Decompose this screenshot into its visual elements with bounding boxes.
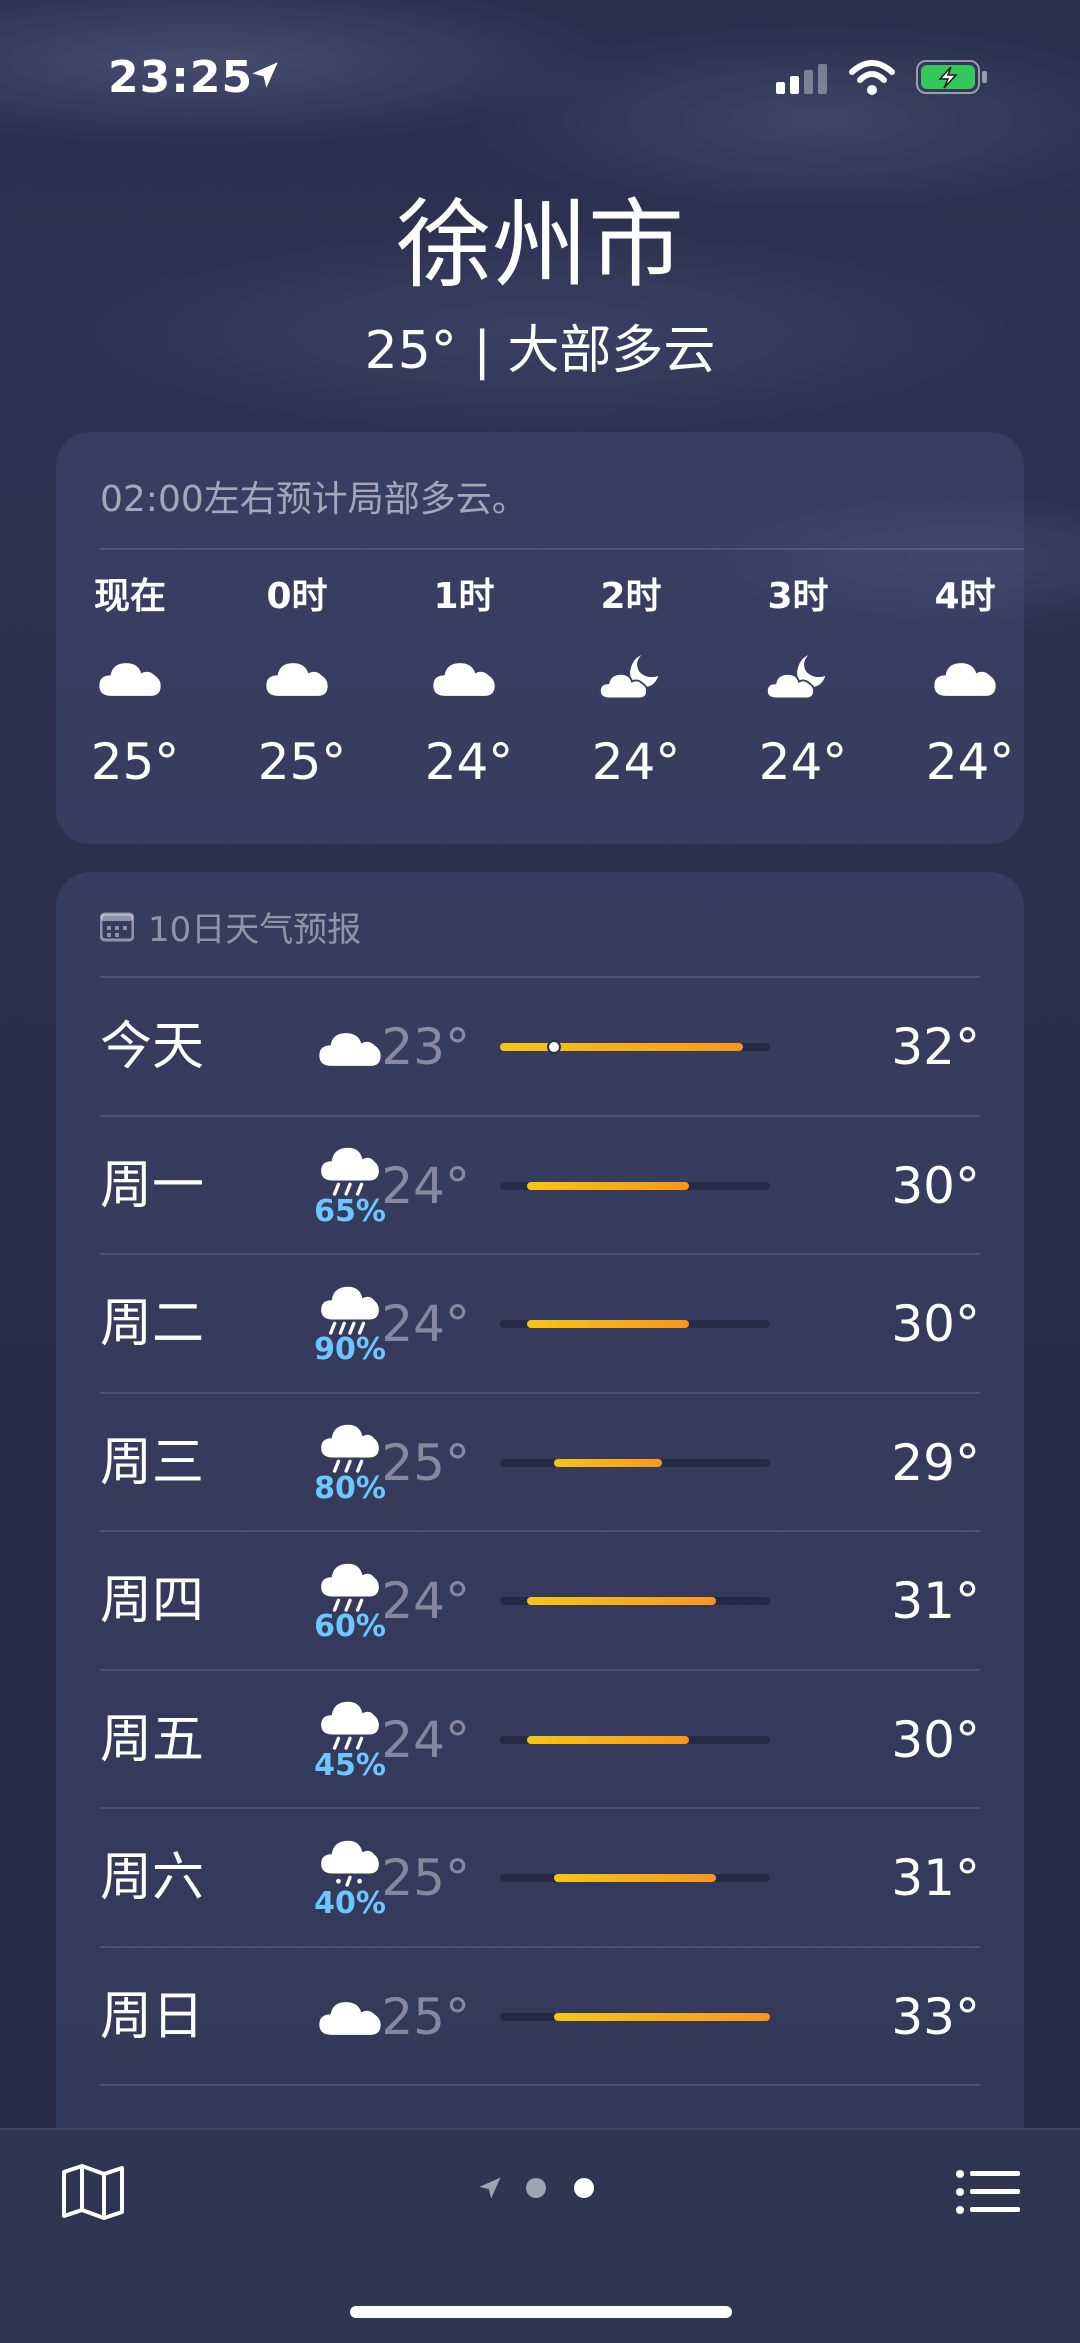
high-temp: 30° <box>891 1156 980 1215</box>
daily-forecast-title: 10日天气预报 <box>148 910 362 950</box>
page-dot-1[interactable] <box>526 2178 546 2198</box>
hour-column: 1时 24° <box>394 562 534 802</box>
hour-temp: 24° <box>591 733 681 791</box>
hour-label: 0时 <box>266 576 328 617</box>
page-dot-2-active[interactable] <box>574 2178 594 2198</box>
low-temp: 24° <box>381 1295 470 1353</box>
status-time: 23:25 <box>108 52 254 103</box>
temp-range-bar <box>500 2012 770 2021</box>
temp-range-bar <box>500 1597 770 1605</box>
day-label: 周三 <box>100 1432 205 1493</box>
status-bar: 23:25 <box>0 52 1080 112</box>
wifi-icon <box>849 60 895 95</box>
temp-range-bar <box>500 1735 770 1744</box>
daily-row[interactable]: 周四 60% 24° 31° <box>100 1530 980 1670</box>
day-label: 今天 <box>100 1017 205 1077</box>
hourly-forecast-card[interactable]: 02:00左右预计局部多云。 现在 25° 0时 25° 1时 24° 2时 24° 3时 24°… <box>56 432 1024 844</box>
hour-temp: 24° <box>758 733 848 791</box>
cloud-icon <box>895 632 1035 722</box>
temp-range-bar <box>500 1181 770 1190</box>
high-temp: 30° <box>891 1710 980 1769</box>
low-temp: 24° <box>381 1710 470 1769</box>
day-label: 周日 <box>100 1986 205 2047</box>
daily-row[interactable]: 周六 40% 25° 31° <box>100 1807 980 1947</box>
hour-column: 4时 24° <box>895 562 1035 802</box>
high-temp: 33° <box>891 1987 980 2046</box>
daily-row[interactable]: 周一 65% 24° 30° <box>100 1114 980 1255</box>
hour-column: 0时 25° <box>227 562 367 802</box>
daily-forecast-header: 10日天气预报 <box>100 902 361 951</box>
city-list-icon[interactable] <box>956 2168 1020 2216</box>
high-temp: 29° <box>891 1433 980 1492</box>
map-icon[interactable] <box>60 2162 126 2222</box>
daily-row[interactable]: 周五 45% 24° 30° <box>100 1668 980 1809</box>
high-temp: 31° <box>891 1572 980 1630</box>
temp-range-fill <box>554 1458 662 1467</box>
temp-range-bar <box>500 1040 770 1054</box>
temp-range-fill <box>527 1735 689 1744</box>
current-location-page-icon[interactable] <box>476 2174 504 2202</box>
hour-label: 4时 <box>934 576 996 617</box>
hour-label: 3时 <box>767 576 829 617</box>
location-header: 徐州市 25° | 大部多云 <box>0 190 1080 383</box>
low-temp: 25° <box>381 1987 470 2046</box>
low-temp: 25° <box>381 1849 470 1907</box>
low-temp: 24° <box>381 1572 470 1630</box>
cloud-icon <box>394 632 534 722</box>
day-label: 周一 <box>100 1155 205 1216</box>
cloud-icon <box>60 632 200 722</box>
temp-range-bar <box>500 1320 770 1328</box>
temp-range-fill <box>527 1181 689 1190</box>
temp-range-fill <box>527 1320 689 1328</box>
daily-row[interactable]: 周三 80% 25° 29° <box>100 1391 980 1532</box>
home-indicator[interactable] <box>350 2306 732 2318</box>
low-temp: 24° <box>381 1156 470 1215</box>
high-temp: 30° <box>891 1295 980 1353</box>
day-label: 周六 <box>100 1848 205 1908</box>
daily-row[interactable]: 今天 23° 32° <box>100 976 980 1116</box>
moon-cloud-icon <box>728 632 868 722</box>
hour-temp: 24° <box>424 733 514 791</box>
moon-cloud-icon <box>561 632 701 722</box>
cellular-signal-icon <box>776 64 827 94</box>
calendar-icon <box>100 912 134 941</box>
hourly-divider <box>100 548 1024 550</box>
daily-forecast-card[interactable]: 10日天气预报 今天 23° 32° 周一 65% 24° 30° 周二 90% 24° 30° 周三… <box>56 872 1024 2252</box>
temp-range-fill <box>500 1043 743 1051</box>
location-arrow-icon <box>252 62 278 88</box>
hour-label: 现在 <box>93 576 166 617</box>
day-label: 周五 <box>100 1709 205 1770</box>
hour-column: 3时 24° <box>728 562 868 802</box>
page-indicator[interactable] <box>476 2174 622 2202</box>
current-summary: 25° | 大部多云 <box>364 321 716 381</box>
hour-temp: 25° <box>257 733 347 791</box>
cloud-icon <box>227 632 367 722</box>
daily-row[interactable]: 周二 90% 24° 30° <box>100 1253 980 1393</box>
temp-range-bar <box>500 1458 770 1467</box>
daily-row[interactable]: 周日 25° 33° <box>100 1945 980 2086</box>
temp-range-fill <box>527 1597 716 1605</box>
city-name: 徐州市 <box>396 189 684 301</box>
high-temp: 31° <box>891 1849 980 1907</box>
low-temp: 23° <box>381 1018 470 1076</box>
battery-charging-icon <box>916 60 987 94</box>
hour-temp: 24° <box>925 733 1015 791</box>
hour-column: 现在 25° <box>60 562 200 802</box>
high-temp: 32° <box>891 1018 980 1076</box>
current-temp-marker <box>547 1040 561 1054</box>
hour-column: 2时 24° <box>561 562 701 802</box>
hour-temp: 25° <box>90 733 180 791</box>
daily-row-divider <box>100 2084 980 2086</box>
temp-range-bar <box>500 1874 770 1882</box>
low-temp: 25° <box>381 1433 470 1492</box>
hour-label: 1时 <box>433 576 495 617</box>
temp-range-fill <box>554 1874 716 1882</box>
hourly-note: 02:00左右预计局部多云。 <box>100 479 528 520</box>
day-label: 周四 <box>100 1571 205 1631</box>
temp-range-fill <box>554 2012 770 2021</box>
day-label: 周二 <box>100 1294 205 1354</box>
hour-label: 2时 <box>600 576 662 617</box>
